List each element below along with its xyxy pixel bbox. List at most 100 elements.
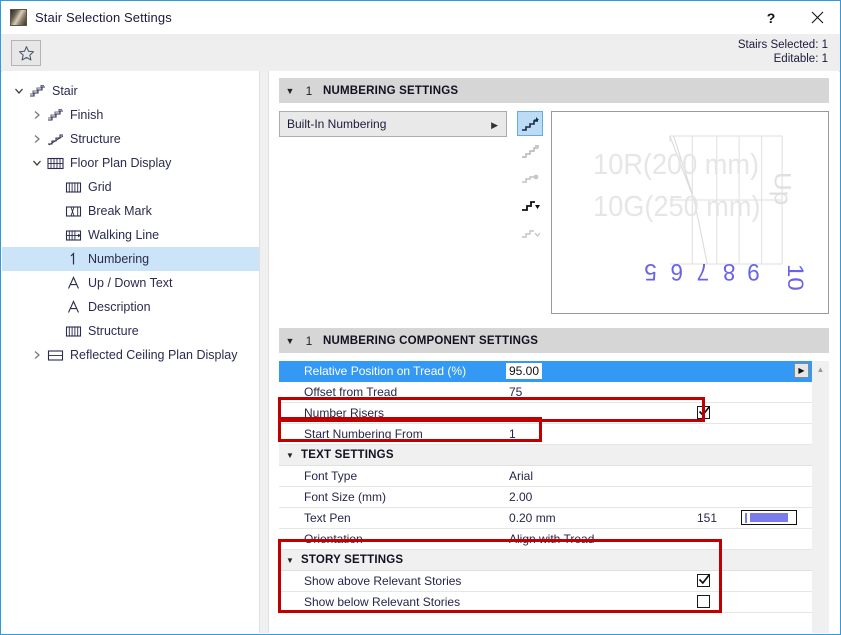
preview-tread-number: 8: [723, 259, 735, 286]
preview-up-label: Up: [769, 172, 796, 205]
tree-item-grid[interactable]: Grid: [2, 175, 259, 199]
favorites-button[interactable]: [11, 40, 41, 66]
setting-value: 75: [509, 385, 523, 399]
stair-structure-icon: [47, 134, 63, 146]
window-title: Stair Selection Settings: [35, 10, 172, 25]
preview-view-mode-strip: [517, 111, 543, 246]
value-stepper-button[interactable]: ▶: [794, 363, 809, 378]
tree-item-label: Numbering: [88, 252, 150, 266]
stair-finish-icon: [44, 103, 66, 127]
preview-tread-number: 6: [670, 259, 682, 286]
view-section-icon-button[interactable]: [517, 192, 543, 217]
component-settings-list: Relative Position on Tread (%) 95.00 ▶ Offs…: [279, 361, 812, 633]
tree-item-break-mark[interactable]: Break Mark: [2, 199, 259, 223]
text-a-icon: [62, 295, 84, 319]
tree-item-reflected-ceiling-plan-display[interactable]: Reflected Ceiling Plan Display: [2, 343, 259, 367]
help-button[interactable]: ?: [748, 1, 794, 34]
tree-item-numbering[interactable]: Numbering: [2, 247, 259, 271]
tree-item-label: Stair: [52, 84, 78, 98]
tree-item-description[interactable]: Description: [2, 295, 259, 319]
view-3d-point-icon: [522, 174, 539, 183]
numbering-preview[interactable]: 10R(200 mm) 10G(250 mm) Up 5 6 7 8 9 10: [551, 111, 829, 314]
setting-row-orientation[interactable]: Orientation Align with Tread: [279, 529, 812, 550]
close-button[interactable]: [794, 1, 840, 34]
break-mark-icon: [65, 205, 81, 217]
title-bar: Stair Selection Settings ?: [1, 1, 840, 34]
tree-item-structure[interactable]: Structure: [2, 319, 259, 343]
star-icon: [18, 45, 34, 60]
setting-row-start-numbering-from[interactable]: Start Numbering From 1: [279, 424, 812, 445]
setting-row-show-below-relevant-stories[interactable]: Show below Relevant Stories: [279, 592, 812, 613]
stair-icon: [29, 84, 45, 97]
tree-item-label: Up / Down Text: [88, 276, 173, 290]
chevron-right-icon[interactable]: [30, 103, 44, 127]
tree-item-label: Break Mark: [88, 204, 152, 218]
setting-row-show-above-relevant-stories[interactable]: Show above Relevant Stories: [279, 571, 812, 592]
setting-row-text-pen[interactable]: Text Pen 0.20 mm 151: [279, 508, 812, 529]
setting-row-relative-position-on-tread[interactable]: Relative Position on Tread (%) 95.00 ▶: [279, 361, 812, 382]
view-3d-shaded-icon-button[interactable]: [517, 111, 543, 136]
setting-row-offset-from-tread[interactable]: Offset from Tread 75: [279, 382, 812, 403]
pen-color-bar: [750, 513, 788, 522]
checkbox-number-risers[interactable]: [697, 405, 711, 419]
floor-plan-icon: [46, 157, 64, 169]
setting-label: Font Type: [304, 469, 358, 483]
settings-group-text-settings[interactable]: ▼ TEXT SETTINGS: [279, 445, 812, 466]
setting-label: Show above Relevant Stories: [304, 574, 462, 588]
stair-app-icon: [10, 9, 27, 26]
chevron-right-icon[interactable]: [30, 127, 44, 151]
panel-divider[interactable]: [259, 71, 269, 633]
view-3d-wireframe-icon-button[interactable]: [517, 138, 543, 163]
stairs-selected-label: Stairs Selected: 1: [737, 39, 828, 51]
setting-label: Number Risers: [304, 406, 385, 420]
stair-structure-icon: [44, 127, 66, 151]
numbering-component-settings-header[interactable]: ▼ 1 NUMBERING COMPONENT SETTINGS: [279, 328, 829, 353]
editable-label: Editable: 1: [773, 53, 828, 65]
collapse-triangle-icon[interactable]: ▼: [279, 86, 301, 96]
tree-item-structure[interactable]: Structure: [2, 127, 259, 151]
tree-item-finish[interactable]: Finish: [2, 103, 259, 127]
setting-row-font-size-mm[interactable]: Font Size (mm) 2.00: [279, 487, 812, 508]
grid-icon: [65, 325, 81, 337]
view-3d-point-icon-button[interactable]: [517, 165, 543, 190]
numbering-type-dropdown[interactable]: Built-In Numbering ▶: [279, 111, 507, 137]
numbering-settings-header[interactable]: ▼ 1 NUMBERING SETTINGS: [279, 78, 829, 103]
chevron-down-icon[interactable]: [30, 151, 44, 175]
setting-value[interactable]: 95.00: [506, 363, 543, 379]
setting-value: Align with Tread: [509, 532, 595, 546]
settings-group-story-settings[interactable]: ▼ STORY SETTINGS: [279, 550, 812, 571]
view-3d-wireframe-icon: [522, 144, 539, 158]
view-plan-icon-button[interactable]: [517, 219, 543, 244]
tree-item-stair[interactable]: Stair: [2, 79, 259, 103]
setting-row-number-risers[interactable]: Number Risers: [279, 403, 812, 424]
numbering-settings-title: NUMBERING SETTINGS: [323, 84, 459, 97]
settings-scrollbar[interactable]: ▲: [812, 361, 829, 633]
preview-tread-numbers: 5 6 7 8 9 10: [644, 259, 808, 291]
pen-color-swatch[interactable]: [741, 510, 797, 525]
chevron-right-icon[interactable]: [30, 343, 44, 367]
component-settings-title: NUMBERING COMPONENT SETTINGS: [323, 334, 539, 347]
setting-label: Offset from Tread: [304, 385, 398, 399]
component-settings-number: 1: [305, 333, 313, 348]
scroll-up-icon[interactable]: ▲: [812, 361, 829, 378]
tree-item-walking-line[interactable]: Walking Line: [2, 223, 259, 247]
text-a-icon: [67, 300, 79, 313]
tree-item-floor-plan-display[interactable]: Floor Plan Display: [2, 151, 259, 175]
settings-tree: Stair Finish Structure Floor Plan Display Gr…: [2, 71, 259, 367]
checkbox-show-below-relevant-stories[interactable]: [697, 595, 710, 608]
collapse-triangle-icon[interactable]: ▼: [279, 556, 301, 565]
setting-row-font-type[interactable]: Font Type Arial: [279, 466, 812, 487]
collapse-triangle-icon[interactable]: ▼: [279, 451, 301, 460]
tree-item-up-down-text[interactable]: Up / Down Text: [2, 271, 259, 295]
checkbox-show-above-relevant-stories[interactable]: [697, 573, 711, 587]
collapse-triangle-icon[interactable]: ▼: [279, 336, 301, 346]
text-a-icon: [67, 276, 79, 289]
settings-row-blank: [279, 613, 812, 633]
settings-tree-panel: Stair Finish Structure Floor Plan Display Gr…: [2, 71, 259, 633]
chevron-down-icon[interactable]: [12, 79, 26, 103]
